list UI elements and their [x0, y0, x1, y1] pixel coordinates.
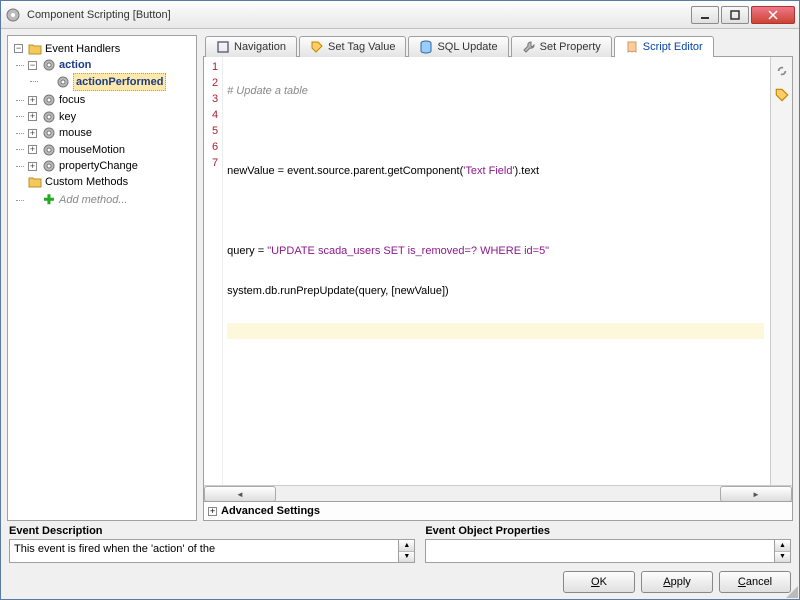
tree-action[interactable]: − action: [26, 57, 93, 73]
folder-icon: [28, 42, 42, 56]
gear-icon: [42, 126, 56, 140]
resize-handle[interactable]: [784, 584, 798, 598]
tab-navigation[interactable]: Navigation: [205, 36, 297, 57]
navigation-icon: [216, 40, 230, 54]
gear-icon: [42, 159, 56, 173]
event-description-label: Event Description: [9, 525, 415, 537]
ok-button[interactable]: OK: [563, 571, 635, 593]
spin-up[interactable]: ▲: [775, 540, 790, 552]
tree-focus[interactable]: +focus: [26, 92, 87, 108]
wrench-icon: [522, 40, 536, 54]
description-row: Event Description This event is fired wh…: [7, 525, 793, 563]
cancel-button[interactable]: Cancel: [719, 571, 791, 593]
tab-sql-update[interactable]: SQL Update: [408, 36, 508, 57]
apply-button[interactable]: Apply: [641, 571, 713, 593]
script-icon: [625, 40, 639, 54]
horizontal-scrollbar[interactable]: ◄ ►: [204, 485, 792, 501]
scroll-right-button[interactable]: ►: [720, 486, 792, 502]
close-button[interactable]: [751, 6, 795, 24]
event-tree[interactable]: − Event Handlers − action: [7, 35, 197, 521]
tab-set-tag-value[interactable]: Set Tag Value: [299, 36, 406, 57]
tree-propertychange[interactable]: +propertyChange: [26, 158, 140, 174]
tag-icon: [310, 40, 324, 54]
gear-icon: [56, 75, 70, 89]
event-object-properties-spinner[interactable]: ▲▼: [774, 540, 790, 562]
tab-script-editor[interactable]: Script Editor: [614, 36, 714, 57]
spin-up[interactable]: ▲: [399, 540, 414, 552]
tree-actionperformed[interactable]: actionPerformed: [40, 73, 168, 91]
expand-icon: +: [208, 507, 217, 516]
editor-wrap: 1234567 # Update a table newValue = even…: [203, 56, 793, 521]
tag-tool-icon[interactable]: [774, 87, 790, 103]
editor-side-toolbar: [770, 57, 792, 485]
advanced-settings-toggle[interactable]: + Advanced Settings: [204, 501, 792, 520]
event-object-properties-field[interactable]: ▲▼: [425, 539, 791, 563]
gear-icon: [42, 110, 56, 124]
database-icon: [419, 40, 433, 54]
titlebar[interactable]: Component Scripting [Button]: [1, 1, 799, 29]
spin-down[interactable]: ▼: [775, 552, 790, 563]
tree-mousemotion[interactable]: +mouseMotion: [26, 142, 127, 158]
gear-icon: [42, 93, 56, 107]
window-root: Component Scripting [Button] − Event Han…: [0, 0, 800, 600]
right-pane: Navigation Set Tag Value SQL Update Set …: [203, 35, 793, 521]
window-body: − Event Handlers − action: [1, 29, 799, 599]
event-object-properties-label: Event Object Properties: [425, 525, 791, 537]
maximize-button[interactable]: [721, 6, 749, 24]
tree-add-method[interactable]: ✚Add method...: [26, 192, 130, 208]
footer-buttons: OK Apply Cancel: [7, 567, 793, 593]
tree-custom-methods[interactable]: Custom Methods: [12, 174, 130, 190]
link-tool-icon[interactable]: [774, 63, 790, 79]
code-area[interactable]: # Update a table newValue = event.source…: [223, 57, 768, 485]
tab-bar: Navigation Set Tag Value SQL Update Set …: [203, 36, 793, 57]
code-editor[interactable]: 1234567 # Update a table newValue = even…: [204, 57, 770, 485]
folder-icon: [28, 175, 42, 189]
event-description-spinner[interactable]: ▲▼: [398, 540, 414, 562]
scroll-left-button[interactable]: ◄: [204, 486, 276, 502]
tree-key[interactable]: +key: [26, 109, 78, 125]
spin-down[interactable]: ▼: [399, 552, 414, 563]
window-title: Component Scripting [Button]: [27, 9, 691, 21]
line-gutter: 1234567: [204, 57, 223, 485]
tree-mouse[interactable]: +mouse: [26, 125, 94, 141]
tab-set-property[interactable]: Set Property: [511, 36, 612, 57]
minimize-button[interactable]: [691, 6, 719, 24]
tree-event-handlers[interactable]: − Event Handlers: [12, 41, 122, 57]
gear-icon: [42, 58, 56, 72]
plus-icon: ✚: [42, 193, 56, 207]
event-description-field[interactable]: This event is fired when the 'action' of…: [9, 539, 415, 563]
gear-icon: [42, 143, 56, 157]
app-icon: [5, 7, 21, 23]
